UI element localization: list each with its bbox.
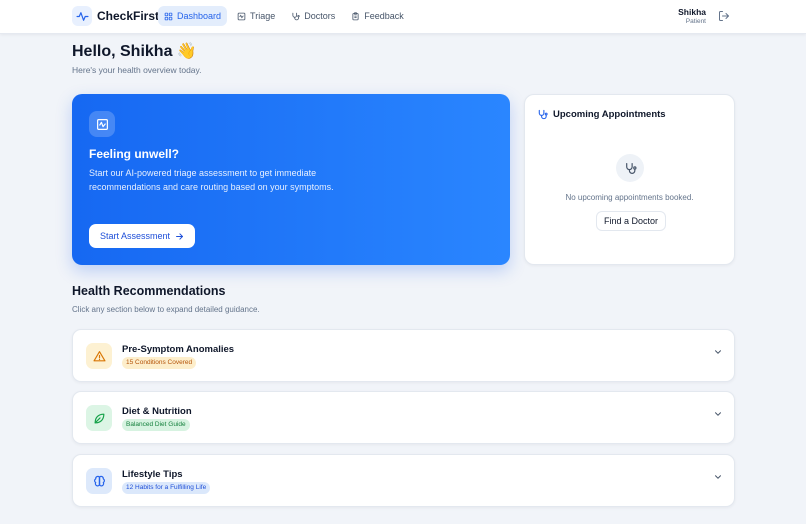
hero-title: Feeling unwell? (89, 147, 180, 161)
main-nav: Dashboard Triage Doctors Feedback (158, 6, 410, 26)
accordion-title: Diet & Nutrition (122, 406, 192, 417)
clipboard-icon (352, 11, 359, 20)
nav-feedback-label: Feedback (364, 11, 404, 21)
appointments-empty-text: No upcoming appointments booked. (565, 193, 694, 202)
appointments-card: Upcoming Appointments No upcoming appoin… (524, 94, 735, 265)
accordion-pre-symptom-anomalies[interactable]: Pre-Symptom Anomalies 15 Conditions Cove… (72, 329, 735, 382)
activity-square-icon (89, 111, 115, 137)
leaf-icon (86, 405, 112, 431)
habits-badge: 12 Habits for a Fulfilling Life (122, 482, 211, 494)
nav-triage-label: Triage (250, 11, 276, 21)
page-subtitle: Here's your health overview today. (72, 65, 202, 75)
accordion-diet-nutrition[interactable]: Diet & Nutrition Balanced Diet Guide (72, 391, 735, 444)
triage-hero-card: Feeling unwell? Start our AI-powered tri… (72, 94, 510, 265)
user-info[interactable]: Shikha Patient (678, 7, 706, 26)
accordion-title: Lifestyle Tips (122, 469, 183, 480)
user-name: Shikha (678, 7, 706, 17)
logout-icon[interactable] (718, 10, 730, 22)
brand-name: CheckFirst (97, 9, 160, 23)
warning-icon (86, 343, 112, 369)
find-doctor-button[interactable]: Find a Doctor (596, 211, 667, 231)
appointments-header: Upcoming Appointments (537, 109, 666, 120)
nav-triage[interactable]: Triage (231, 6, 281, 26)
stethoscope-icon (292, 12, 300, 20)
start-assessment-button[interactable]: Start Assessment (89, 224, 196, 248)
triage-icon (237, 12, 246, 20)
nav-feedback[interactable]: Feedback (345, 6, 410, 26)
chevron-down-icon[interactable] (713, 347, 723, 357)
stethoscope-icon (538, 109, 548, 120)
nav-dashboard-label: Dashboard (177, 11, 222, 21)
brain-icon (86, 468, 112, 494)
recommendations-title: Health Recommendations (72, 284, 226, 298)
nav-doctors[interactable]: Doctors (285, 6, 341, 26)
dashboard-icon (164, 12, 173, 20)
appointments-title: Upcoming Appointments (553, 109, 666, 120)
nav-dashboard[interactable]: Dashboard (158, 6, 228, 26)
start-assessment-label: Start Assessment (100, 231, 171, 241)
page-title: Hello, Shikha 👋 (72, 43, 197, 60)
chevron-down-icon[interactable] (713, 472, 723, 482)
nav-doctors-label: Doctors (304, 11, 336, 21)
conditions-badge: 15 Conditions Covered (122, 357, 197, 369)
arrow-right-icon (176, 232, 183, 240)
chevron-down-icon[interactable] (713, 409, 723, 419)
brand[interactable]: CheckFirst (72, 6, 159, 26)
recommendations-subtitle: Click any section below to expand detail… (72, 305, 260, 314)
heartbeat-icon (72, 6, 92, 26)
accordion-title: Pre-Symptom Anomalies (122, 344, 235, 355)
hero-description: Start our AI-powered triage assessment t… (89, 168, 334, 192)
user-role: Patient (685, 18, 706, 25)
diet-guide-badge: Balanced Diet Guide (122, 419, 190, 431)
stethoscope-empty-icon (616, 154, 644, 182)
top-navigation-bar: CheckFirst Dashboard Triage Doctors Feed… (0, 0, 806, 34)
accordion-lifestyle-tips[interactable]: Lifestyle Tips 12 Habits for a Fulfillin… (72, 454, 735, 507)
